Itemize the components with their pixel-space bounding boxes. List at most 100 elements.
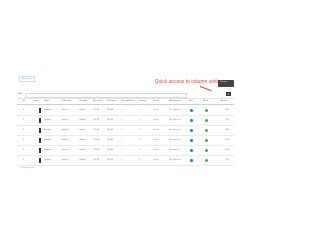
cell-manufacturer[interactable]: Manufacturer <box>169 159 181 161</box>
column-header[interactable]: Icon <box>189 100 193 102</box>
product-thumbnail <box>39 158 41 163</box>
column-header[interactable]: Name <box>44 100 49 102</box>
cell-position: 6 <box>139 159 141 161</box>
cell-final-price: €34.80 <box>107 149 114 151</box>
product-thumbnail <box>39 128 41 133</box>
icon-dot <box>190 129 193 132</box>
cell-name[interactable]: Product <box>44 149 51 151</box>
cell-category: Clothes <box>79 129 86 131</box>
settings-popover[interactable]: Settings <box>218 80 234 87</box>
edit-button[interactable]: Edit <box>226 109 229 111</box>
cell-manufacturer[interactable]: Manufacturer <box>169 139 181 141</box>
column-header[interactable]: Status <box>129 100 135 102</box>
cell-manufacturer[interactable]: Manufacturer <box>169 119 181 121</box>
cell-id: 5 <box>23 149 25 151</box>
column-header[interactable]: Final price <box>107 100 116 102</box>
edit-button[interactable]: Edit <box>226 159 229 161</box>
cell-carrier[interactable]: Carrier <box>153 129 159 131</box>
cell-carrier[interactable]: Carrier <box>153 149 159 151</box>
active-status-icon[interactable] <box>205 109 208 112</box>
cell-quantity: 1 <box>121 109 123 111</box>
column-header[interactable]: ID <box>23 100 25 102</box>
filter-label: Filter <box>18 93 23 95</box>
edit-button[interactable]: Edit <box>226 129 229 131</box>
cell-name[interactable]: Product <box>44 129 51 131</box>
cell-position: 2 <box>139 119 141 121</box>
cell-position: 5 <box>139 149 141 151</box>
cell-base-price: €29.00 <box>93 139 100 141</box>
active-status-icon[interactable] <box>205 139 208 142</box>
callout-text: Quick access to column settings <box>154 79 226 85</box>
cell-name[interactable]: Product <box>44 139 51 141</box>
column-header[interactable]: Base price <box>93 100 102 102</box>
active-status-icon[interactable] <box>205 129 208 132</box>
column-header[interactable]: Quantity <box>121 100 128 102</box>
cell-final-price: €34.80 <box>107 129 114 131</box>
cell-quantity: 1 <box>121 159 123 161</box>
cell-carrier[interactable]: Carrier <box>153 119 159 121</box>
filter-input[interactable] <box>25 93 187 98</box>
cell-name[interactable]: Product <box>44 159 51 161</box>
column-settings-button[interactable]: ≡ <box>226 92 231 96</box>
cell-base-price: €35.90 <box>93 119 100 121</box>
product-thumbnail <box>39 118 41 123</box>
cell-final-price: €43.08 <box>107 119 114 121</box>
cell-category: Clothes <box>79 159 86 161</box>
cell-id: 3 <box>23 129 25 131</box>
cell-name[interactable]: Product <box>44 109 51 111</box>
column-header[interactable]: Category <box>79 100 87 102</box>
table-body: 1 Product demo_1 Clothes €23.90 €28.68 1 1 Carri… <box>17 106 234 166</box>
cell-final-price: €28.68 <box>107 109 114 111</box>
column-header[interactable]: Reference <box>62 100 71 102</box>
column-header[interactable]: Active <box>203 100 208 102</box>
cell-reference: demo_1 <box>62 109 70 111</box>
cell-id: 2 <box>23 119 25 121</box>
cell-base-price: €29.00 <box>93 149 100 151</box>
column-header[interactable]: Position <box>139 100 146 102</box>
cell-base-price: €29.00 <box>93 129 100 131</box>
cell-position: 3 <box>139 129 141 131</box>
back-link[interactable]: Back to list <box>19 76 35 82</box>
column-header[interactable]: Actions <box>221 100 228 102</box>
edit-button[interactable]: Edit <box>226 149 229 151</box>
icon-dot <box>190 119 193 122</box>
table-row[interactable]: 5 Product demo_5 Clothes €29.00 €34.80 1 5 Carri… <box>17 146 234 156</box>
active-status-icon[interactable] <box>205 149 208 152</box>
cell-name[interactable]: Product <box>44 119 51 121</box>
table-row[interactable]: 6 Product demo_6 Clothes €11.90 €14.28 1 6 Carri… <box>17 156 234 166</box>
cell-reference: demo_5 <box>62 149 70 151</box>
active-status-icon[interactable] <box>205 159 208 162</box>
table-row[interactable]: 4 Product demo_4 Clothes €29.00 €34.80 1 4 Carri… <box>17 136 234 146</box>
cell-manufacturer[interactable]: Manufacturer <box>169 109 181 111</box>
active-status-icon[interactable] <box>205 119 208 122</box>
cell-reference: demo_2 <box>62 119 70 121</box>
cell-category: Clothes <box>79 109 86 111</box>
column-header[interactable]: Carrier <box>153 100 159 102</box>
cell-quantity: 1 <box>121 149 123 151</box>
column-header[interactable]: Image <box>33 100 39 102</box>
table-row[interactable]: 2 Product demo_2 Clothes €35.90 €43.08 1 2 Carri… <box>17 116 234 126</box>
cell-carrier[interactable]: Carrier <box>153 109 159 111</box>
cell-reference: demo_6 <box>62 159 70 161</box>
product-thumbnail <box>39 138 41 143</box>
cell-final-price: €14.28 <box>107 159 114 161</box>
column-header[interactable]: Manufacturer <box>169 100 181 102</box>
cell-manufacturer[interactable]: Manufacturer <box>169 149 181 151</box>
table-row[interactable]: 1 Product demo_1 Clothes €23.90 €28.68 1 1 Carri… <box>17 106 234 116</box>
cell-category: Clothes <box>79 119 86 121</box>
cell-carrier[interactable]: Carrier <box>153 159 159 161</box>
cell-id: 1 <box>23 109 25 111</box>
cell-category: Clothes <box>79 149 86 151</box>
cell-quantity: 1 <box>121 119 123 121</box>
table-toolbar: Filter ≡ <box>17 92 234 99</box>
cell-base-price: €11.90 <box>93 159 99 161</box>
cell-reference: demo_4 <box>62 139 70 141</box>
cell-manufacturer[interactable]: Manufacturer <box>169 129 181 131</box>
cell-carrier[interactable]: Carrier <box>153 139 159 141</box>
edit-button[interactable]: Edit <box>226 139 229 141</box>
edit-button[interactable]: Edit <box>226 119 229 121</box>
settings-label: Settings <box>220 81 228 83</box>
columns-icon: ≡ <box>227 92 230 96</box>
table-row[interactable]: 3 Product demo_3 Clothes €29.00 €34.80 1 3 Carri… <box>17 126 234 136</box>
callout-arrow <box>199 86 212 92</box>
